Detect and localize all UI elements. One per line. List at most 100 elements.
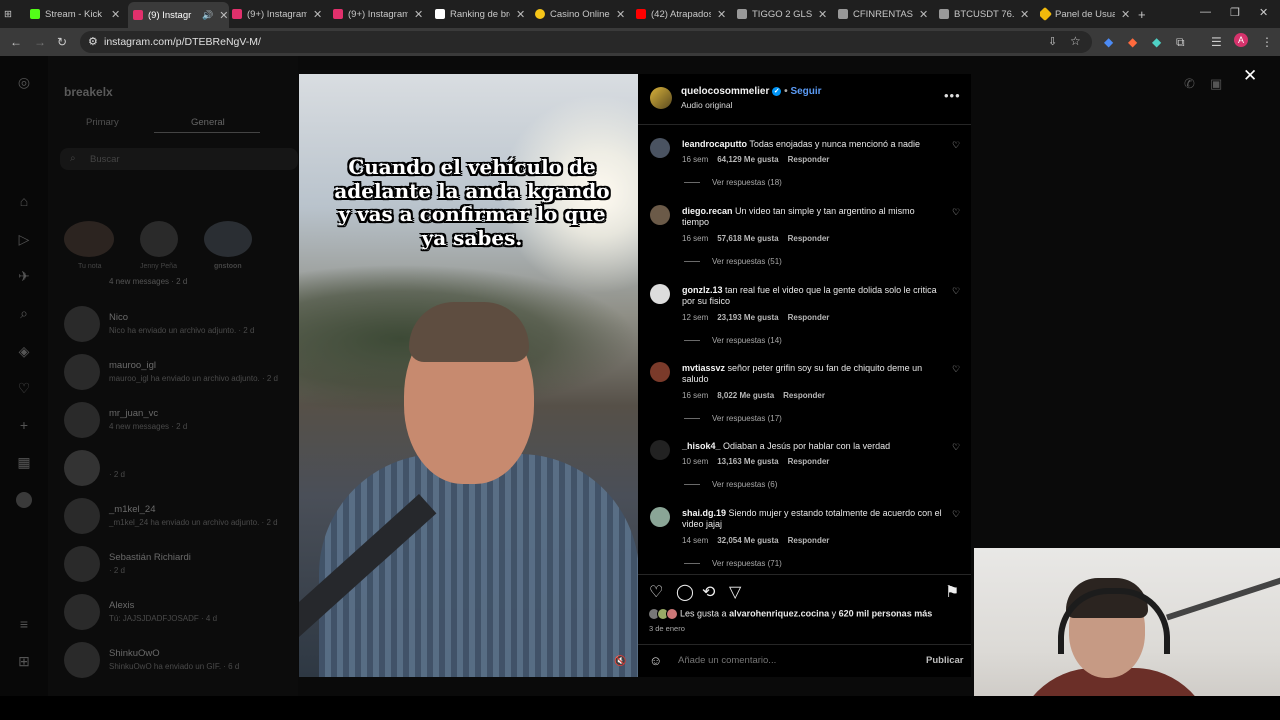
site-info-icon[interactable]: ⚙ xyxy=(88,35,98,48)
messenger-icon[interactable]: ✈ xyxy=(16,268,32,284)
tab-search-icon[interactable]: ⊞ xyxy=(4,4,24,24)
audio-label[interactable]: Audio original xyxy=(681,100,733,110)
avatar[interactable] xyxy=(650,507,670,527)
liker-username[interactable]: alvarohenriquez.cocina xyxy=(729,608,829,618)
extension-icon[interactable]: ◆ xyxy=(1104,35,1113,49)
reply-button[interactable]: Responder xyxy=(783,391,825,400)
note-avatar[interactable] xyxy=(64,221,114,257)
tab-8[interactable]: CFINRENTAS 2✕ xyxy=(838,4,933,24)
close-icon[interactable]: ✕ xyxy=(313,8,322,21)
comment-username[interactable]: mvtiassvz xyxy=(682,363,725,373)
avatar[interactable] xyxy=(650,284,670,304)
puzzle-icon[interactable]: ⧉ xyxy=(1176,35,1185,50)
back-icon[interactable]: ← xyxy=(10,35,22,49)
reply-button[interactable]: Responder xyxy=(788,313,830,322)
view-replies-button[interactable]: Ver respuestas (71) xyxy=(684,559,782,568)
follow-button[interactable]: Seguir xyxy=(790,86,821,97)
window-close-icon[interactable]: ✕ xyxy=(1259,6,1268,19)
extension-icon[interactable]: ◆ xyxy=(1128,35,1137,49)
share-icon[interactable]: ▽ xyxy=(729,582,741,602)
likes-count[interactable]: 620 mil personas más xyxy=(839,608,933,618)
tab-2[interactable]: (9+) Instagram ✕ xyxy=(232,4,327,24)
reply-button[interactable]: Responder xyxy=(788,155,830,164)
tab-10[interactable]: Panel de Usuar ✕ xyxy=(1040,4,1132,24)
tab-6[interactable]: (42) Atrapados ✕ xyxy=(636,4,731,24)
account-name[interactable]: breakelx xyxy=(64,85,113,99)
dm-row[interactable]: mauroo_igl mauroo_igl ha enviado un archi… xyxy=(64,354,304,398)
close-icon[interactable]: ✕ xyxy=(616,8,625,21)
mute-icon[interactable]: 🔇 xyxy=(614,656,626,667)
tab-5[interactable]: Casino Online ✕ xyxy=(535,4,630,24)
close-icon[interactable]: ✕ xyxy=(414,8,423,21)
dm-row[interactable]: Nico Nico ha enviado un archivo adjunto. … xyxy=(64,306,304,350)
profile-avatar[interactable]: A xyxy=(1234,33,1248,47)
tab-primary[interactable]: Primary xyxy=(86,117,119,128)
menu-icon[interactable]: ⋮ xyxy=(1261,35,1273,49)
like-icon[interactable]: ♡ xyxy=(649,582,663,602)
close-icon[interactable]: ✕ xyxy=(111,8,120,21)
address-bar[interactable]: ⚙ instagram.com/p/DTEBReNgV-M/ ⇩ ☆ xyxy=(80,31,1092,53)
view-replies-button[interactable]: Ver respuestas (6) xyxy=(684,480,777,489)
instagram-logo-icon[interactable]: ◎ xyxy=(16,74,32,90)
like-comment-icon[interactable]: ♡ xyxy=(952,442,960,453)
avatar[interactable] xyxy=(650,138,670,158)
close-icon[interactable]: ✕ xyxy=(219,9,228,22)
tab-4[interactable]: Ranking de bre ✕ xyxy=(435,4,530,24)
close-modal-icon[interactable]: ✕ xyxy=(1243,66,1257,86)
tab-1[interactable]: (9) Instagr 🔊 ✕ xyxy=(128,2,229,28)
extension-icon[interactable]: ◆ xyxy=(1152,35,1161,49)
comment-icon[interactable]: ◯ xyxy=(676,582,694,602)
view-replies-button[interactable]: Ver respuestas (51) xyxy=(684,257,782,266)
like-comment-icon[interactable]: ♡ xyxy=(952,509,960,520)
reply-button[interactable]: Responder xyxy=(788,234,830,243)
close-icon[interactable]: ✕ xyxy=(717,8,726,21)
note-avatar[interactable] xyxy=(204,221,252,257)
emoji-icon[interactable]: ☺ xyxy=(649,653,662,668)
tab-general[interactable]: General xyxy=(191,117,225,128)
avatar[interactable] xyxy=(650,440,670,460)
dm-row[interactable]: Alexis Tú: JAJSJDADFJOSADF · 4 d xyxy=(64,594,304,638)
reel-video[interactable]: Cuando el vehículo de adelante la anda k… xyxy=(299,74,638,677)
apps-icon[interactable]: ⊞ xyxy=(16,653,32,669)
avatar[interactable] xyxy=(650,205,670,225)
publish-button[interactable]: Publicar xyxy=(926,655,964,666)
comment-username[interactable]: shai.dg.19 xyxy=(682,508,726,518)
search-box[interactable]: ⌕ Buscar xyxy=(60,148,298,170)
create-icon[interactable]: + xyxy=(16,417,32,433)
home-icon[interactable]: ⌂ xyxy=(16,193,32,209)
comment-likes[interactable]: 64,129 Me gusta xyxy=(717,155,778,164)
close-icon[interactable]: ✕ xyxy=(919,8,928,21)
minimize-icon[interactable]: — xyxy=(1200,6,1211,18)
view-replies-button[interactable]: Ver respuestas (14) xyxy=(684,336,782,345)
comment-likes[interactable]: 23,193 Me gusta xyxy=(717,313,778,322)
like-comment-icon[interactable]: ♡ xyxy=(952,140,960,151)
dm-row[interactable]: Sebastián Richiardi · 2 d xyxy=(64,546,304,590)
like-comment-icon[interactable]: ♡ xyxy=(952,207,960,218)
phone-icon[interactable]: ✆ xyxy=(1184,76,1195,92)
explore-icon[interactable]: ◈ xyxy=(16,343,32,359)
new-tab-button[interactable]: + xyxy=(1138,4,1152,24)
star-icon[interactable]: ☆ xyxy=(1070,34,1081,48)
comment-username[interactable]: _hisok4_ xyxy=(682,441,721,451)
repost-icon[interactable]: ⟲ xyxy=(702,582,715,602)
tab-9[interactable]: BTCUSDT 76.3 ✕ xyxy=(939,4,1034,24)
speaker-icon[interactable]: 🔊 xyxy=(202,10,213,21)
comment-likes[interactable]: 13,163 Me gusta xyxy=(717,457,778,466)
comment-likes[interactable]: 8,022 Me gusta xyxy=(717,391,774,400)
author-avatar[interactable] xyxy=(650,87,672,109)
close-icon[interactable]: ✕ xyxy=(1020,8,1029,21)
tab-0[interactable]: Stream - Kick D ✕ xyxy=(30,4,125,24)
dm-row[interactable]: ShinkuOwO ShinkuOwO ha enviado un GIF. · … xyxy=(64,642,304,686)
close-icon[interactable]: ✕ xyxy=(818,8,827,21)
note-avatar[interactable] xyxy=(140,221,178,257)
like-comment-icon[interactable]: ♡ xyxy=(952,286,960,297)
dashboard-icon[interactable]: ▦ xyxy=(16,454,32,470)
like-comment-icon[interactable]: ♡ xyxy=(952,364,960,375)
reels-icon[interactable]: ▷ xyxy=(16,231,32,247)
dm-row[interactable]: _m1kel_24 _m1kel_24 ha enviado un archivo… xyxy=(64,498,304,542)
tab-search-icon[interactable]: ☰ xyxy=(1211,35,1222,49)
reply-button[interactable]: Responder xyxy=(788,457,830,466)
more-options-icon[interactable]: ••• xyxy=(944,88,961,103)
close-icon[interactable]: ✕ xyxy=(516,8,525,21)
save-icon[interactable]: ⚑ xyxy=(945,582,959,602)
